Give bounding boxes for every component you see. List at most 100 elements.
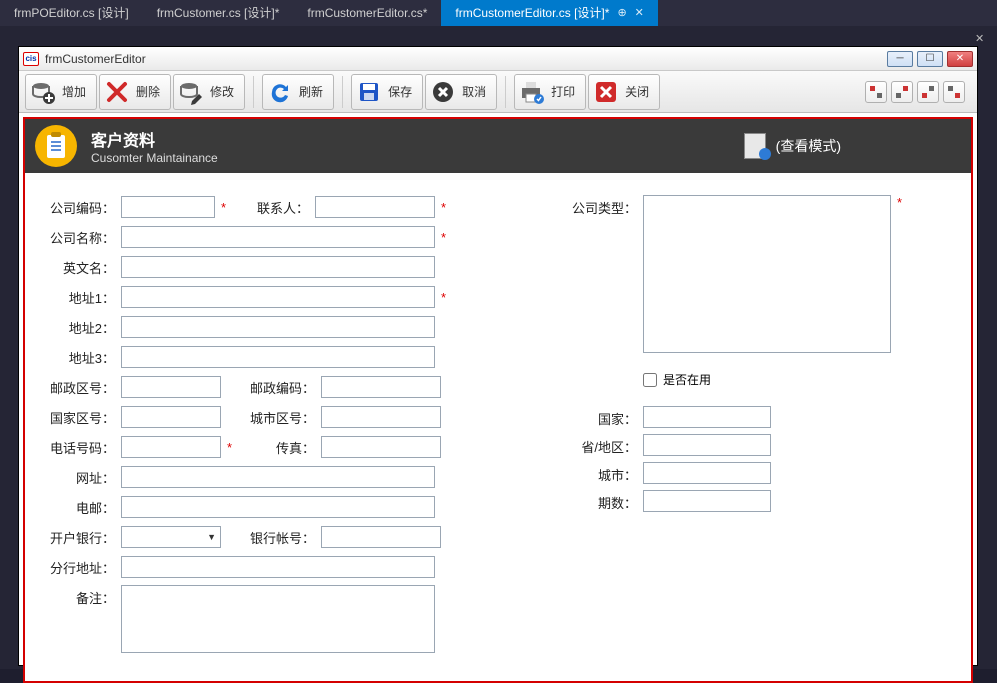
ide-tab-strip: frmPOEditor.cs [设计] frmCustomer.cs [设计]*…	[0, 0, 997, 26]
english-name-input[interactable]	[121, 256, 435, 278]
add-button[interactable]: 增加	[25, 74, 97, 110]
designer-close-icon[interactable]: ✕	[975, 32, 989, 46]
addr3-input[interactable]	[121, 346, 435, 368]
country-code-input[interactable]	[121, 406, 221, 428]
print-icon	[519, 79, 545, 105]
tab-4-active[interactable]: frmCustomerEditor.cs [设计]* ⊕ ✕	[441, 0, 657, 26]
refresh-icon	[267, 79, 293, 105]
in-use-checkbox[interactable]	[643, 373, 657, 387]
company-name-input[interactable]	[121, 226, 435, 248]
form-window: cis frmCustomerEditor ─ ☐ ✕ 增加 删除	[18, 46, 978, 666]
mode-label: (查看模式)	[776, 136, 841, 156]
periods-label: 期数：	[565, 490, 637, 512]
database-plus-icon	[30, 79, 56, 105]
window-title: frmCustomerEditor	[45, 52, 887, 66]
postal-zone-input[interactable]	[121, 376, 221, 398]
email-label: 电邮：	[43, 498, 115, 517]
in-use-label: 是否在用	[663, 371, 711, 388]
country-input[interactable]	[643, 406, 771, 428]
tab-label: frmCustomerEditor.cs [设计]*	[455, 5, 609, 21]
content-panel: 客户资料 Cusomter Maintainance (查看模式) 公司编码： …	[23, 117, 973, 683]
addr2-label: 地址2：	[43, 318, 115, 337]
clipboard-icon	[35, 125, 77, 167]
delete-x-icon	[104, 79, 130, 105]
contact-input[interactable]	[315, 196, 435, 218]
fax-input[interactable]	[321, 436, 441, 458]
phone-input[interactable]	[121, 436, 221, 458]
website-input[interactable]	[121, 466, 435, 488]
addr2-input[interactable]	[121, 316, 435, 338]
tab-3[interactable]: frmCustomerEditor.cs*	[293, 0, 441, 26]
required-marker: *	[227, 440, 235, 455]
required-marker: *	[897, 195, 905, 210]
save-icon	[356, 79, 382, 105]
required-marker: *	[441, 290, 449, 305]
refresh-button[interactable]: 刷新	[262, 74, 334, 110]
required-marker: *	[441, 230, 449, 245]
bank-account-input[interactable]	[321, 526, 441, 548]
toolbar: 增加 删除 修改 刷新	[19, 71, 977, 113]
company-name-label: 公司名称：	[43, 228, 115, 247]
contact-label: 联系人：	[237, 198, 309, 217]
remark-textarea[interactable]	[121, 585, 435, 653]
company-code-input[interactable]	[121, 196, 215, 218]
branch-addr-input[interactable]	[121, 556, 435, 578]
tab-1[interactable]: frmPOEditor.cs [设计]	[0, 0, 143, 26]
bank-combobox[interactable]: ▼	[121, 526, 221, 548]
branch-addr-label: 分行地址：	[43, 558, 115, 577]
close-button[interactable]: 关闭	[588, 74, 660, 110]
pin-icon[interactable]: ⊕	[617, 5, 626, 21]
align-3[interactable]	[917, 81, 939, 103]
delete-button[interactable]: 删除	[99, 74, 171, 110]
form-body: 公司编码： * 联系人： * 公司名称： * 英文名：	[25, 173, 971, 681]
align-1[interactable]	[865, 81, 887, 103]
banner-header: 客户资料 Cusomter Maintainance (查看模式)	[25, 119, 971, 173]
database-edit-icon	[178, 79, 204, 105]
city-code-label: 城市区号：	[243, 408, 315, 427]
minimize-button[interactable]: ─	[887, 51, 913, 67]
cancel-button[interactable]: 取消	[425, 74, 497, 110]
website-label: 网址：	[43, 468, 115, 487]
tab-2[interactable]: frmCustomer.cs [设计]*	[143, 0, 294, 26]
company-code-label: 公司编码：	[43, 198, 115, 217]
required-marker: *	[441, 200, 449, 215]
fax-label: 传真：	[243, 438, 315, 457]
align-2[interactable]	[891, 81, 913, 103]
city-code-input[interactable]	[321, 406, 441, 428]
save-button[interactable]: 保存	[351, 74, 423, 110]
document-icon	[744, 133, 766, 159]
addr1-input[interactable]	[121, 286, 435, 308]
city-input[interactable]	[643, 462, 771, 484]
province-input[interactable]	[643, 434, 771, 456]
email-input[interactable]	[121, 496, 435, 518]
remark-label: 备注：	[43, 585, 115, 607]
app-icon: cis	[23, 52, 39, 66]
country-label: 国家：	[565, 406, 637, 428]
phone-label: 电话号码：	[43, 438, 115, 457]
province-label: 省/地区：	[565, 434, 637, 456]
designer-surface: ✕ cis frmCustomerEditor ─ ☐ ✕ 增加 删除	[0, 26, 997, 669]
city-label: 城市：	[565, 462, 637, 484]
window-close-button[interactable]: ✕	[947, 51, 973, 67]
company-type-listbox[interactable]	[643, 195, 891, 353]
cancel-icon	[430, 79, 456, 105]
align-4[interactable]	[943, 81, 965, 103]
close-red-icon	[593, 79, 619, 105]
in-use-checkbox-wrap: 是否在用	[643, 371, 953, 388]
titlebar: cis frmCustomerEditor ─ ☐ ✕	[19, 47, 977, 71]
addr1-label: 地址1：	[43, 288, 115, 307]
postal-code-input[interactable]	[321, 376, 441, 398]
periods-input[interactable]	[643, 490, 771, 512]
postal-code-label: 邮政编码：	[243, 378, 315, 397]
english-name-label: 英文名：	[43, 258, 115, 277]
country-code-label: 国家区号：	[43, 408, 115, 427]
edit-button[interactable]: 修改	[173, 74, 245, 110]
print-button[interactable]: 打印	[514, 74, 586, 110]
company-type-label: 公司类型：	[565, 195, 637, 217]
addr3-label: 地址3：	[43, 348, 115, 367]
postal-zone-label: 邮政区号：	[43, 378, 115, 397]
close-icon[interactable]: ✕	[635, 5, 644, 21]
align-buttons	[865, 81, 971, 103]
required-marker: *	[221, 200, 229, 215]
maximize-button[interactable]: ☐	[917, 51, 943, 67]
